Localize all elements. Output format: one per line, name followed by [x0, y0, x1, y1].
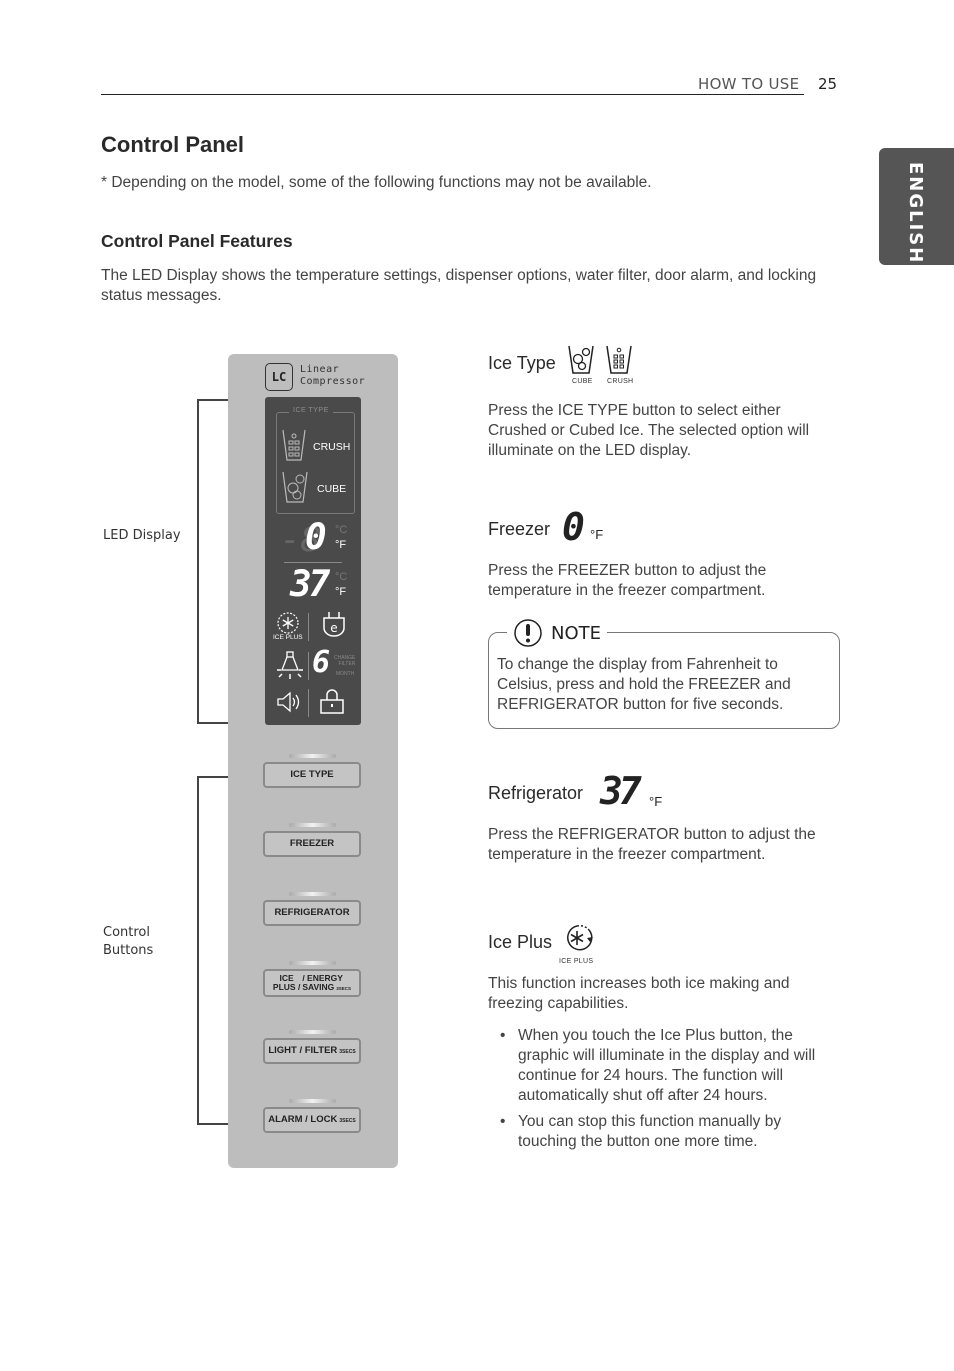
ice-plus-heading: Ice Plus: [488, 932, 553, 952]
refrigerator-button[interactable]: REFRIGERATOR: [263, 900, 361, 926]
button-label: ICE TYPE: [290, 769, 334, 780]
list-item: When you touch the Ice Plus button, the …: [500, 1026, 840, 1106]
refrigerator-description: Press the REFRIGERATOR button to adjust …: [488, 826, 816, 863]
ice-plus-description: This function increases both ice making …: [488, 975, 790, 1012]
note-text: To change the display from Fahrenheit to…: [497, 656, 791, 713]
fridge-temp-digits: 37: [290, 564, 330, 605]
ice-type-title: ICE TYPE: [289, 407, 333, 414]
filter-months-digit: 6: [312, 645, 331, 680]
freezer-unit-c: °C: [335, 524, 348, 536]
led-divider: [308, 613, 309, 641]
indicator-glow: [289, 1099, 336, 1103]
month-label: MONTH: [336, 671, 355, 677]
freezer-heading: Freezer: [488, 519, 551, 539]
indicator-glow: [289, 754, 336, 758]
callout-control-buttons: Control Buttons: [103, 924, 153, 960]
lock-icon: [320, 689, 344, 714]
button-label-right: / ENERGY SAVING 3SECS: [302, 973, 352, 993]
crush-icon-caption: CRUSH: [607, 378, 634, 385]
section-heading: Control Panel Features: [101, 231, 293, 251]
hold-note: 3SECS: [339, 1049, 356, 1055]
ice-type-button[interactable]: ICE TYPE: [263, 762, 361, 788]
refrigerator-display-digits: 37: [600, 769, 642, 813]
note-heading: NOTE: [551, 622, 602, 644]
cube-icon-caption: CUBE: [572, 378, 593, 385]
freezer-unit-f: °F: [335, 539, 347, 551]
features-intro: The LED Display shows the temperature se…: [101, 267, 817, 304]
led-crush-label: CRUSH: [313, 441, 351, 453]
energy-saving-plug-icon: e: [323, 612, 345, 637]
ice-plus-energy-saving-button[interactable]: ICE PLUS / / ENERGY SAVING 3SECS: [263, 969, 361, 997]
speaker-alarm-icon: [277, 691, 300, 713]
refrigerator-display-unit: °F: [649, 794, 663, 809]
logo-line: Linear: [300, 364, 340, 375]
led-divider: [284, 562, 342, 563]
led-divider: [308, 652, 309, 680]
led-divider: [308, 689, 309, 717]
linear-compressor-text: Linear Compressor: [300, 364, 365, 388]
button-label: LIGHT / FILTER: [268, 1045, 338, 1056]
button-label-line: PLUS /: [272, 982, 301, 992]
freezer-temp-digit: 0: [305, 517, 327, 558]
indicator-glow: [289, 892, 336, 896]
indicator-glow: [289, 823, 336, 827]
fridge-unit-f: °F: [335, 586, 347, 598]
page-title: Control Panel: [101, 132, 245, 157]
button-label-line: SAVING: [302, 981, 335, 992]
cube-cup-icon: [282, 471, 308, 503]
ice-type-heading: Ice Type: [488, 353, 556, 373]
callout-line: Buttons: [103, 943, 154, 958]
cube-ice-icon: [568, 345, 594, 374]
alarm-lock-button[interactable]: ALARM / LOCK 3SECS: [263, 1107, 361, 1133]
ice-plus-feature-icon: [567, 924, 593, 951]
button-label: FREEZER: [289, 838, 335, 849]
linear-compressor-logo: LC: [265, 363, 293, 391]
button-label: REFRIGERATOR: [274, 907, 350, 918]
freezer-display-unit: °F: [590, 527, 604, 542]
callout-line: Control: [103, 925, 150, 940]
light-bulb-icon: [277, 651, 303, 679]
change-filter-label: CHANGE FILTER: [334, 655, 355, 667]
fridge-unit-c: °C: [335, 571, 348, 583]
language-tab: ENGLISH: [879, 148, 954, 265]
header-section-label: HOW TO USE: [698, 75, 800, 93]
availability-note: * Depending on the model, some of the fo…: [101, 174, 652, 191]
button-label: ALARM / LOCK: [268, 1114, 338, 1125]
ice-plus-icon-caption: ICE PLUS: [559, 958, 594, 965]
change-filter-line: FILTER: [338, 661, 356, 667]
ice-type-description: Press the ICE TYPE button to select eith…: [488, 402, 810, 459]
indicator-glow: [289, 961, 336, 965]
list-item: You can stop this function manually by t…: [500, 1112, 840, 1152]
callout-led-display: LED Display: [103, 528, 181, 543]
ice-plus-icon: [277, 612, 299, 634]
hold-note: 3SECS: [339, 1118, 356, 1124]
freezer-button[interactable]: FREEZER: [263, 831, 361, 857]
freezer-display-digit: 0: [562, 505, 585, 549]
logo-line: Compressor: [300, 376, 366, 387]
refrigerator-heading: Refrigerator: [488, 783, 584, 803]
crush-cup-icon: [282, 429, 306, 461]
button-label-left: ICE PLUS /: [273, 974, 300, 992]
light-filter-button[interactable]: LIGHT / FILTER 3SECS: [263, 1038, 361, 1064]
hold-note: 3SECS: [336, 985, 352, 991]
indicator-glow: [289, 1030, 336, 1034]
led-cube-label: CUBE: [317, 483, 347, 495]
header-rule: [101, 94, 804, 95]
svg-text:e: e: [330, 621, 337, 635]
page-number: 25: [818, 75, 838, 93]
ice-plus-bullet-list: When you touch the Ice Plus button, the …: [500, 1026, 840, 1158]
led-ice-plus-label: ICE PLUS: [273, 634, 303, 641]
language-tab-label: ENGLISH: [905, 162, 926, 265]
crush-ice-icon: [606, 345, 632, 374]
note-header: NOTE: [507, 618, 608, 648]
freezer-description: Press the FREEZER button to adjust the t…: [488, 562, 767, 599]
exclamation-icon: [514, 619, 542, 647]
